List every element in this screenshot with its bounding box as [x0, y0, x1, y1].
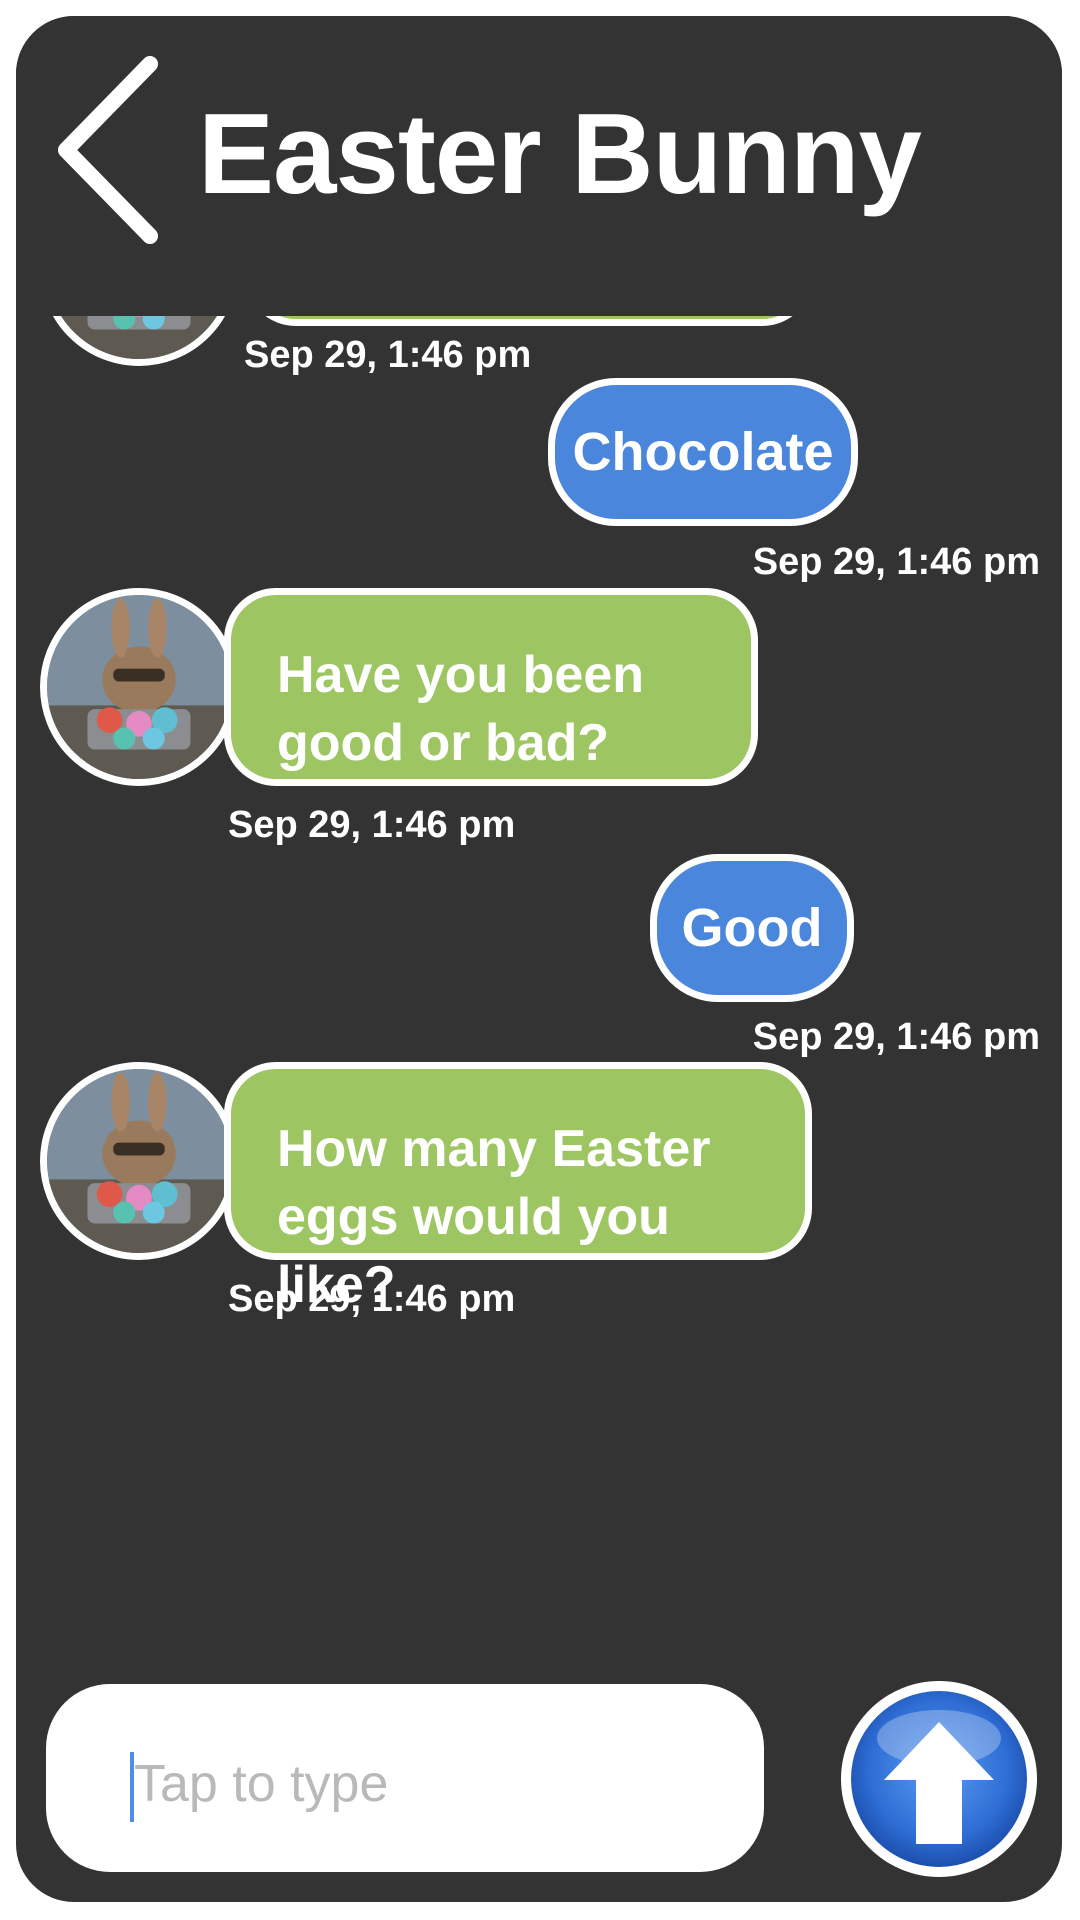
message-input[interactable]: Tap to type — [46, 1684, 764, 1872]
bunny-avatar-image — [47, 1069, 231, 1253]
user-message-bubble: Chocolate — [548, 378, 858, 526]
back-button[interactable] — [44, 46, 174, 256]
arrow-up-icon — [841, 1681, 1037, 1877]
bunny-avatar — [40, 1062, 238, 1260]
bot-message-text: Have you been good or bad? — [277, 646, 645, 772]
send-button[interactable] — [836, 1676, 1042, 1882]
user-message-text: Good — [681, 898, 823, 958]
chevron-left-icon — [58, 56, 158, 244]
message-timestamp: Sep 29, 1:46 pm — [228, 804, 516, 846]
page-title: Easter Bunny — [198, 91, 922, 218]
chat-screen: Sep 29, 1:46 pm Chocolate Sep 29, 1:46 p… — [16, 16, 1062, 1902]
message-timestamp: Sep 29, 1:46 pm — [752, 1016, 1040, 1058]
chat-header: Easter Bunny — [16, 16, 1062, 316]
bunny-avatar — [40, 588, 238, 786]
bot-message-bubble: How many Easter eggs would you like? — [224, 1062, 812, 1314]
user-message-text: Chocolate — [572, 422, 834, 482]
bunny-avatar-image — [47, 595, 231, 779]
message-timestamp: Sep 29, 1:46 pm — [244, 334, 532, 376]
message-timestamp: Sep 29, 1:46 pm — [228, 1278, 516, 1320]
user-message-bubble: Good — [650, 854, 854, 1002]
message-timestamp: Sep 29, 1:46 pm — [752, 541, 1040, 583]
message-input-placeholder: Tap to type — [134, 1755, 389, 1813]
bot-message-bubble: Have you been good or bad? — [224, 588, 758, 786]
